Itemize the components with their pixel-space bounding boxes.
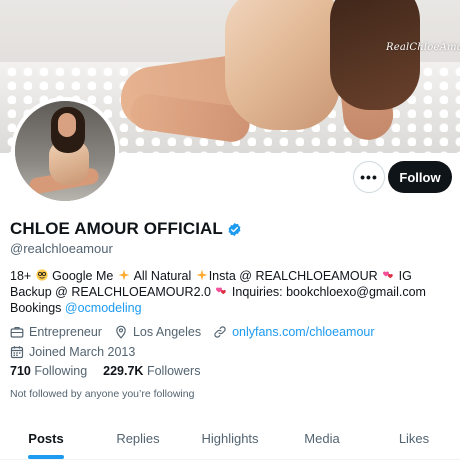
following-count: 710 (10, 364, 31, 378)
profile-name-row: CHLOE AMOUR OFFICIAL (10, 219, 242, 239)
tab-highlights[interactable]: Highlights (184, 418, 276, 459)
verified-badge-icon[interactable] (227, 222, 242, 237)
tab-replies[interactable]: Replies (92, 418, 184, 459)
followers-label: Followers (146, 364, 201, 378)
profile-tabs: Posts Replies Highlights Media Likes (0, 418, 460, 460)
more-icon: ••• (360, 169, 378, 185)
joined-label: Joined March 2013 (29, 345, 136, 359)
followers-count: 229.7K (103, 364, 144, 378)
banner-watermark: RealChloeAmour (386, 42, 460, 53)
followed-by-note: Not followed by anyone you’re following (10, 388, 195, 400)
banner-dress (225, 0, 340, 130)
followers-stat[interactable]: 229.7K Followers (103, 364, 200, 378)
avatar[interactable] (11, 97, 119, 205)
location-item: Los Angeles (114, 325, 201, 339)
profile-handle: @realchloeamour (10, 241, 113, 256)
profile-bio: 18+ Google Me All Natural Insta @ REALCH… (10, 269, 426, 315)
two-hearts-emoji-icon (216, 287, 227, 295)
follow-button[interactable]: Follow (388, 161, 452, 193)
website-item[interactable]: onlyfans.com/chloeamour (213, 325, 375, 339)
briefcase-icon (10, 327, 24, 338)
more-options-button[interactable]: ••• (353, 161, 385, 193)
following-label: Following (34, 364, 88, 378)
sparkles-emoji-icon (118, 269, 130, 281)
nerd-face-emoji-icon (36, 269, 48, 281)
profession-item: Entrepreneur (10, 325, 102, 339)
tab-likes[interactable]: Likes (368, 418, 460, 459)
profile-stats: 710 Following 229.7K Followers (10, 364, 216, 378)
sparkles-emoji-icon (196, 269, 208, 281)
bio-mention-link[interactable]: @ocmodeling (65, 301, 142, 315)
profession-label: Entrepreneur (29, 325, 102, 339)
location-pin-icon (116, 325, 126, 339)
website-link[interactable]: onlyfans.com/chloeamour (232, 325, 374, 339)
joined-item: Joined March 2013 (10, 345, 135, 359)
two-hearts-emoji-icon (383, 271, 393, 279)
banner-hair (330, 0, 420, 110)
tab-media[interactable]: Media (276, 418, 368, 459)
display-name: CHLOE AMOUR OFFICIAL (10, 219, 223, 238)
tab-posts[interactable]: Posts (0, 418, 92, 459)
location-label: Los Angeles (132, 325, 202, 339)
profile-meta: Entrepreneur Los Angeles onlyfans.com/ch… (10, 323, 450, 363)
link-icon (214, 326, 226, 338)
calendar-icon (10, 346, 24, 359)
following-stat[interactable]: 710 Following (10, 364, 87, 378)
